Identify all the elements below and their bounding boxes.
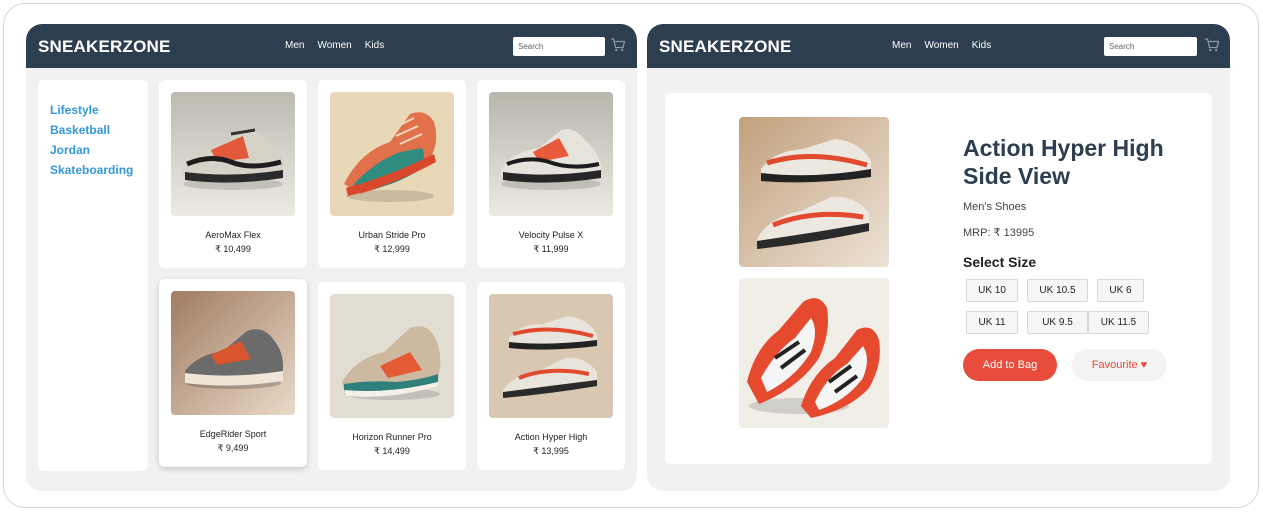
cart-icon[interactable] [610,37,626,53]
product-image-main[interactable] [739,117,889,267]
size-option-uk-6[interactable]: UK 6 [1097,279,1144,302]
navbar: SNEAKERZONE Men Women Kids [26,24,637,68]
select-size-heading: Select Size [963,254,1037,270]
nav-link-kids[interactable]: Kids [972,40,991,51]
product-price: ₹ 12,999 [374,244,410,254]
size-option-uk-11-5[interactable]: UK 11.5 [1088,311,1149,334]
sneaker-image [489,92,613,216]
product-card-horizon-runner-pro[interactable]: Horizon Runner Pro ₹ 14,499 [318,282,466,470]
size-option-uk-9-5[interactable]: UK 9.5 [1027,311,1088,334]
add-to-bag-button[interactable]: Add to Bag [963,349,1057,381]
nav-links: Men Women Kids [285,40,384,51]
sneaker-image [171,291,295,415]
brand-logo[interactable]: SNEAKERZONE [659,37,792,57]
favourite-button[interactable]: Favourite ♥ [1072,349,1167,381]
product-image-secondary[interactable] [739,278,889,428]
product-category: Men's Shoes [963,201,1027,213]
product-price: ₹ 10,499 [215,244,251,254]
listing-page: SNEAKERZONE Men Women Kids Lifestyle Bas… [26,24,637,491]
product-name: AeroMax Flex [205,230,261,240]
nav-link-men[interactable]: Men [285,40,304,51]
sneaker-image [330,294,454,418]
size-option-uk-11[interactable]: UK 11 [966,311,1018,334]
product-image [489,294,613,418]
product-price: ₹ 13,995 [533,446,569,456]
product-card-action-hyper-high[interactable]: Action Hyper High ₹ 13,995 [477,282,625,470]
product-detail-card: Action Hyper High Side View Men's Shoes … [665,93,1212,464]
product-name: Horizon Runner Pro [352,432,432,442]
product-detail-page: SNEAKERZONE Men Women Kids Search Action… [647,24,1230,491]
sneaker-image [171,92,295,216]
category-jordan[interactable]: Jordan [50,140,148,160]
sneaker-image [739,278,889,428]
category-lifestyle[interactable]: Lifestyle [50,100,148,120]
product-card-edgerider-sport[interactable]: EdgeRider Sport ₹ 9,499 [159,279,307,467]
product-card-aeromax-flex[interactable]: AeroMax Flex ₹ 10,499 [159,80,307,268]
product-image [489,92,613,216]
sneaker-image [739,117,889,267]
product-name: Urban Stride Pro [358,230,426,240]
product-card-velocity-pulse-x[interactable]: Velocity Pulse X ₹ 11,999 [477,80,625,268]
brand-logo[interactable]: SNEAKERZONE [38,37,171,57]
product-price: ₹ 14,499 [374,446,410,456]
sneaker-image [330,92,454,216]
navbar: SNEAKERZONE Men Women Kids [647,24,1230,68]
product-mrp: MRP: ₹ 13995 [963,227,1035,239]
product-name: Action Hyper High [514,432,588,442]
nav-link-men[interactable]: Men [892,40,911,51]
nav-link-women[interactable]: Women [924,40,958,51]
category-sidebar: Lifestyle Basketball Jordan Skateboardin… [38,80,148,471]
category-skateboarding[interactable]: Skateboarding [50,160,148,180]
product-name: EdgeRider Sport [199,429,267,439]
category-basketball[interactable]: Basketball [50,120,148,140]
size-options: UK 10 UK 10.5 UK 6 UK 11 UK 9.5 UK 11.5 [966,279,1166,335]
sneaker-image [489,294,613,418]
product-image [171,291,295,415]
nav-link-kids[interactable]: Kids [365,40,384,51]
nav-links: Men Women Kids [892,40,991,51]
search-input[interactable] [1104,37,1197,56]
cart-icon[interactable] [1204,37,1220,53]
product-image [171,92,295,216]
search-input[interactable] [513,37,605,56]
product-title: Action Hyper High Side View [963,135,1164,189]
product-image [330,294,454,418]
size-option-uk-10-5[interactable]: UK 10.5 [1027,279,1088,302]
size-option-uk-10[interactable]: UK 10 [966,279,1018,302]
product-name: Velocity Pulse X [518,230,584,240]
product-price: ₹ 11,999 [533,244,569,254]
product-price: ₹ 9,499 [217,443,249,453]
product-card-urban-stride-pro[interactable]: Urban Stride Pro ₹ 12,999 [318,80,466,268]
nav-link-women[interactable]: Women [317,40,351,51]
product-image [330,92,454,216]
